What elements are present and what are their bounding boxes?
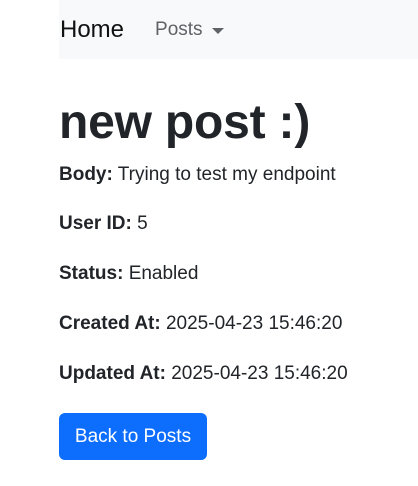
status-label: Status:	[59, 263, 124, 285]
post-body-value: Trying to test my endpoint	[117, 163, 336, 185]
updated-at-value: 2025-04-23 15:46:20	[171, 362, 348, 384]
posts-dropdown[interactable]: Posts	[155, 19, 224, 41]
post-title: new post :)	[59, 96, 311, 149]
user-id-label: User ID:	[59, 213, 132, 235]
chevron-down-icon	[211, 27, 224, 34]
home-link[interactable]: Home	[60, 17, 124, 42]
updated-at-label: Updated At:	[59, 362, 166, 384]
status-field: Status: Enabled	[59, 263, 414, 286]
created-at-value: 2025-04-23 15:46:20	[165, 312, 343, 334]
user-id-value: 5	[137, 213, 148, 235]
back-to-posts-button[interactable]: Back to Posts	[59, 412, 207, 460]
updated-at-field: Updated At: 2025-04-23 15:46:20	[59, 363, 414, 386]
posts-dropdown-label: Posts	[155, 18, 203, 40]
created-at-label: Created At:	[59, 312, 161, 334]
created-at-field: Created At: 2025-04-23 15:46:20	[59, 313, 414, 336]
post-content: new post :) Body: Trying to test my endp…	[59, 94, 414, 460]
top-navbar: Home Posts	[59, 0, 418, 59]
post-detail-page: Home Posts new post :) Body: Trying to t…	[0, 0, 418, 486]
post-body-field: Body: Trying to test my endpoint	[59, 164, 414, 187]
post-body-label: Body:	[59, 163, 113, 185]
user-id-field: User ID: 5	[59, 213, 414, 236]
status-value: Enabled	[128, 263, 199, 285]
